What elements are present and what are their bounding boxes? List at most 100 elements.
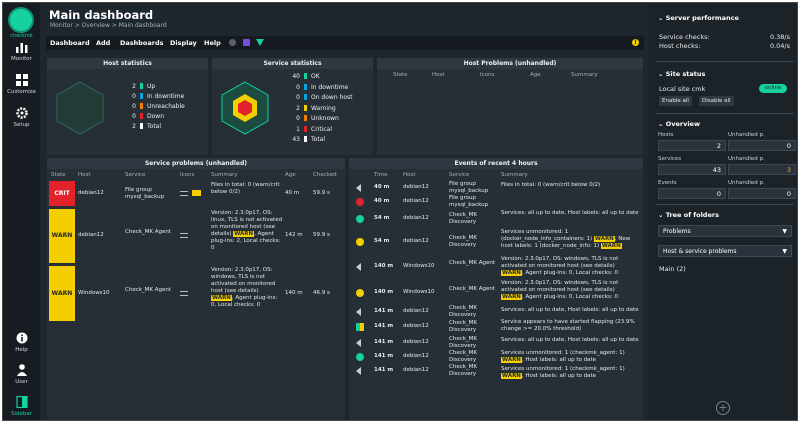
divider — [656, 204, 794, 205]
tree-item-main[interactable]: Main (2) — [659, 265, 686, 273]
state-badge[interactable]: WARN — [49, 266, 75, 321]
event-service[interactable]: Check_MK Discovery — [449, 350, 499, 364]
overview-label: Unhandled p. — [728, 180, 765, 186]
checkmk-logo-icon[interactable] — [8, 7, 34, 33]
nav-setup[interactable]: Setup — [3, 107, 40, 128]
tree-of-folders-header[interactable]: ⌄ Tree of folders — [658, 211, 719, 219]
warn-tag: WARN — [600, 243, 622, 249]
tree-view-select[interactable]: Problems ▼ — [658, 225, 792, 237]
host-checks-label: Host checks: — [659, 42, 701, 50]
event-summary: Version: 2.3.0p17, OS: windows, TLS is n… — [501, 280, 619, 300]
event-host[interactable]: debian12 — [403, 323, 429, 330]
event-host[interactable]: debian12 — [403, 367, 429, 374]
event-host[interactable]: debian12 — [403, 353, 429, 360]
event-service[interactable]: File group mysql_backup — [449, 181, 499, 195]
state-badge[interactable]: WARN — [49, 209, 75, 263]
problem-age: 142 m — [285, 232, 303, 238]
server-performance-header[interactable]: ⌄ Server performance — [658, 14, 739, 22]
nav-sidebar[interactable]: Sidebar — [3, 396, 40, 417]
event-service[interactable]: Check_MK Agent — [449, 286, 499, 293]
menu-help[interactable]: Help — [204, 39, 221, 47]
circle-icon[interactable] — [229, 39, 236, 46]
legend-label: OK — [311, 73, 320, 80]
legend-item: 0 On down host — [290, 94, 352, 101]
service-link[interactable]: Check_MK Agent — [125, 229, 177, 236]
problem-summary: Files in total: 0 (warn/crit below 0/2) — [211, 182, 280, 195]
event-host[interactable]: debian12 — [403, 184, 429, 191]
breadcrumb[interactable]: Monitor > Overview > Main dashboard — [50, 22, 167, 29]
event-service[interactable]: Check_MK Discovery — [449, 305, 499, 319]
event-summary: Services: all up to date, Host labels: a… — [501, 210, 639, 216]
menu-icon[interactable] — [180, 190, 188, 196]
state-badge[interactable]: CRIT — [49, 181, 75, 206]
problem-age: 140 m — [285, 289, 303, 296]
legend-count: 0 — [296, 94, 300, 101]
legend-label: Up — [147, 83, 156, 90]
event-service[interactable]: Check_MK Discovery — [449, 336, 499, 350]
enable-all-button[interactable]: Enable all — [659, 96, 692, 106]
host-link[interactable]: debian12 — [78, 190, 104, 197]
event-time: 54 m — [374, 237, 390, 244]
event-service[interactable]: Check_MK Discovery — [449, 364, 499, 378]
folder-icon[interactable] — [192, 189, 201, 196]
menu-icon[interactable] — [180, 290, 188, 296]
event-host[interactable]: debian12 — [403, 339, 429, 346]
event-host[interactable]: Windows10 — [403, 263, 435, 270]
legend-label: On down host — [311, 94, 353, 101]
event-host[interactable]: debian12 — [403, 215, 429, 222]
legend-color-swatch — [304, 104, 307, 111]
column-header: Host — [403, 172, 416, 178]
event-host[interactable]: debian12 — [403, 308, 429, 315]
service-hexagon-icon — [221, 81, 269, 135]
menu-display[interactable]: Display — [170, 39, 197, 47]
legend-label: In downtime — [147, 93, 185, 100]
site-online-badge[interactable]: online — [759, 84, 787, 93]
menu-add[interactable]: Add — [96, 39, 110, 47]
nav-monitor[interactable]: Monitor — [3, 41, 40, 62]
disable-all-button[interactable]: Disable all — [699, 96, 734, 106]
overview-value[interactable]: 2 — [658, 140, 726, 151]
sidebar-icon — [15, 396, 28, 408]
menu-dashboard[interactable]: Dashboard — [50, 39, 90, 47]
page-title: Main dashboard — [49, 8, 154, 22]
add-snapin-icon[interactable]: + — [716, 401, 730, 415]
event-service[interactable]: Check_MK Discovery — [449, 212, 499, 226]
warning-icon[interactable]: ! — [632, 39, 639, 46]
legend-count: 0 — [132, 103, 136, 110]
event-service[interactable]: File group mysql_backup — [449, 195, 499, 209]
host-link[interactable]: Windows10 — [78, 290, 110, 297]
nav-help[interactable]: Help — [3, 332, 40, 353]
service-link[interactable]: File group mysql_backup — [125, 187, 177, 201]
warn-tag: WARN — [211, 295, 232, 301]
nav-user[interactable]: User — [3, 364, 40, 385]
event-host[interactable]: Windows10 — [403, 289, 435, 296]
event-host[interactable]: debian12 — [403, 198, 429, 205]
overview-value[interactable]: 0 — [658, 188, 726, 199]
event-host[interactable]: debian12 — [403, 238, 429, 245]
overview-value[interactable]: 0 — [728, 140, 796, 151]
tree-filter-select[interactable]: Host & service problems ▼ — [658, 245, 792, 257]
service-link[interactable]: Check_MK Agent — [125, 287, 177, 294]
event-service[interactable]: Check_MK Agent — [449, 260, 499, 267]
cube-icon[interactable] — [243, 39, 250, 46]
site-name[interactable]: Local site cmk — [659, 85, 705, 93]
legend-item: 0 In downtime — [290, 83, 348, 91]
overview-label: Events — [658, 180, 677, 186]
problem-summary: Version: 2.3.0p17, OS: linux, TLS is not… — [211, 210, 283, 251]
logo-text: checkmk — [10, 33, 33, 39]
filter-icon[interactable] — [256, 39, 264, 46]
menu-dashboards[interactable]: Dashboards — [120, 39, 164, 47]
event-service[interactable]: Check_MK Discovery — [449, 320, 499, 334]
nav-customize[interactable]: Customize — [3, 74, 40, 95]
overview-value[interactable]: 3 — [728, 164, 796, 175]
warn-tag: WARN — [593, 236, 615, 242]
nav-label: Help — [15, 347, 28, 353]
menu-icon[interactable] — [180, 233, 188, 238]
overview-value[interactable]: 43 — [658, 164, 726, 175]
overview-value[interactable]: 0 — [728, 188, 796, 199]
overview-header[interactable]: ⌄ Overview — [658, 120, 700, 128]
host-link[interactable]: debian12 — [78, 232, 104, 239]
legend-item: 2 Up — [126, 83, 155, 90]
event-service[interactable]: Check_MK Discovery — [449, 235, 499, 249]
site-status-header[interactable]: ⌄ Site status — [658, 70, 705, 78]
